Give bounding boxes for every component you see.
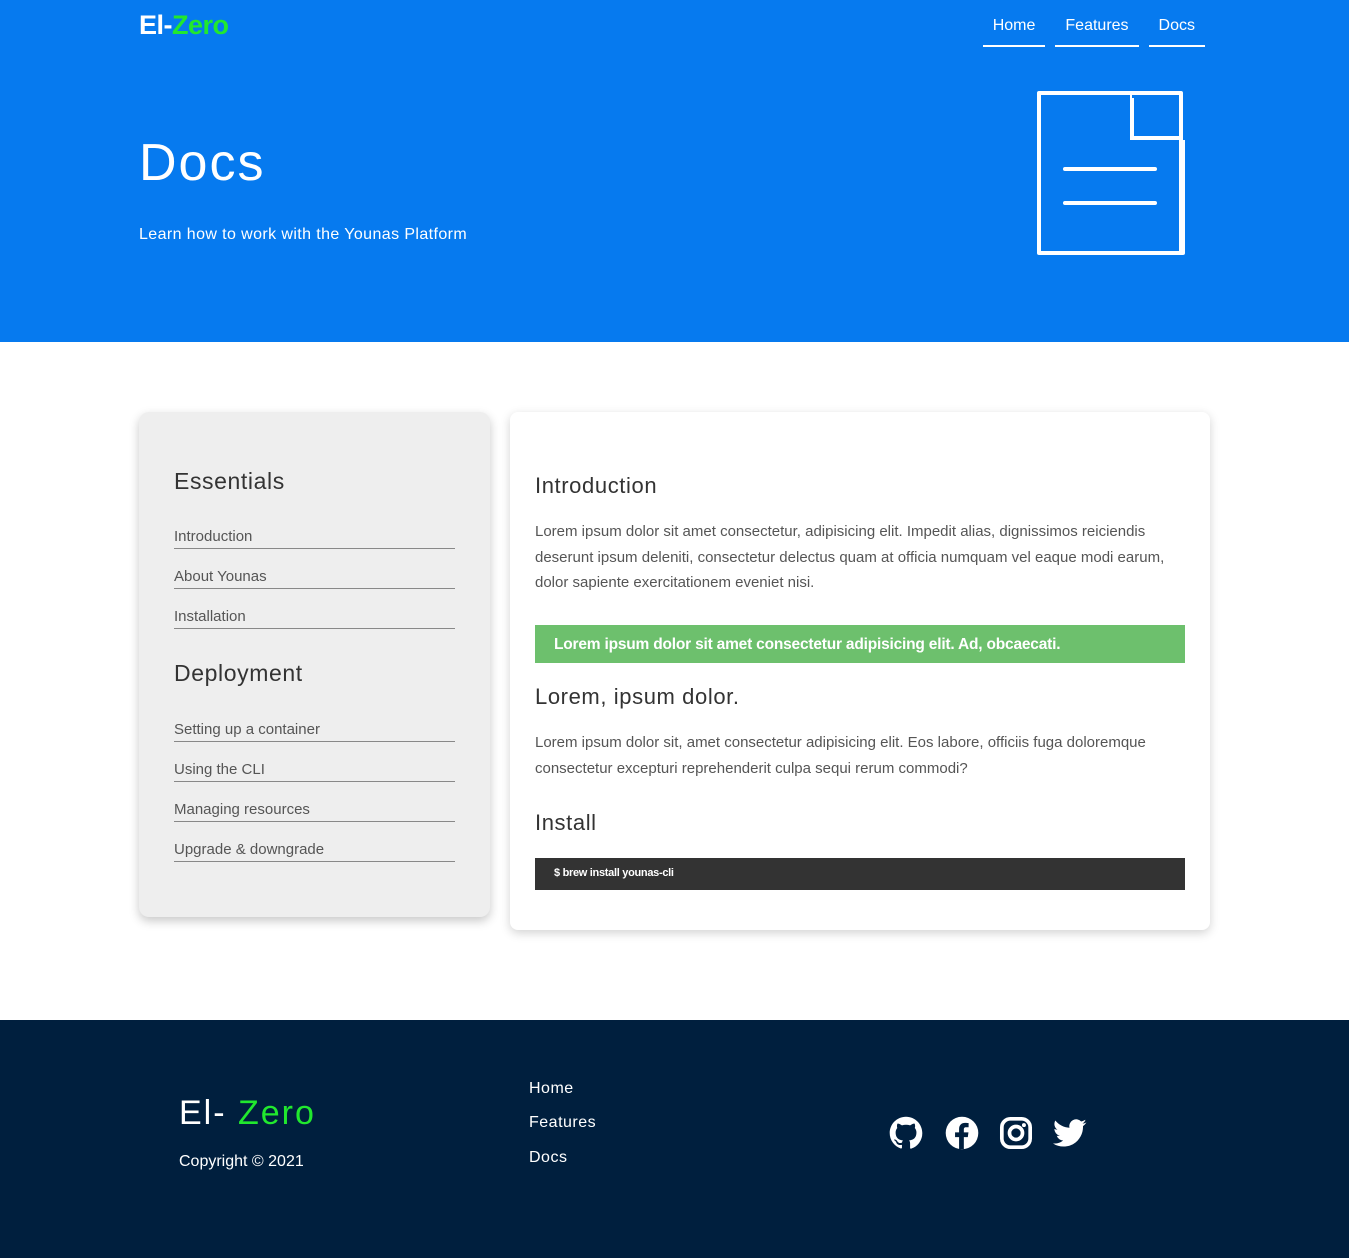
facebook-icon[interactable] (945, 1116, 979, 1150)
sidebar-link-container[interactable]: Setting up a container (174, 721, 455, 742)
docs-content-card: Introduction Lorem ipsum dolor sit amet … (510, 412, 1210, 930)
section-heading: Lorem, ipsum dolor. (535, 684, 740, 709)
footer-brand[interactable]: El- Zero (179, 1094, 316, 1133)
install-heading: Install (535, 810, 597, 835)
brand-logo[interactable]: El-Zero (139, 10, 229, 41)
site-footer: El- Zero Copyright © 2021 Home Features … (0, 1020, 1349, 1258)
twitter-icon[interactable] (1053, 1116, 1087, 1150)
page-subtitle: Learn how to work with the Younas Platfo… (139, 226, 468, 243)
sidebar-heading-deployment: Deployment (174, 660, 303, 686)
sidebar-link-installation[interactable]: Installation (174, 608, 455, 629)
hero-header: El-Zero Home Features Docs Docs Learn ho… (0, 0, 1349, 342)
footer-link-docs[interactable]: Docs (529, 1149, 567, 1167)
nav-features[interactable]: Features (1055, 9, 1139, 47)
section-text: Lorem ipsum dolor sit, amet consectetur … (535, 734, 1146, 777)
nav-home[interactable]: Home (982, 9, 1046, 47)
footer-brand-accent: Zero (238, 1094, 316, 1132)
intro-text: Lorem ipsum dolor sit amet consectetur, … (535, 523, 1165, 591)
sidebar-link-introduction[interactable]: Introduction (174, 528, 455, 549)
sidebar-link-cli[interactable]: Using the CLI (174, 761, 455, 782)
main-nav: Home Features Docs (982, 9, 1205, 47)
github-icon[interactable] (889, 1116, 923, 1150)
brand-accent: Zero (172, 10, 229, 40)
copyright-text: Copyright © 2021 (179, 1153, 304, 1170)
docs-sidebar: Essentials Introduction About Younas Ins… (139, 412, 490, 917)
page-title: Docs (139, 134, 266, 192)
sidebar-link-about-younas[interactable]: About Younas (174, 568, 455, 589)
footer-link-home[interactable]: Home (529, 1080, 574, 1098)
brand-prefix: El- (139, 10, 173, 40)
sidebar-link-resources[interactable]: Managing resources (174, 801, 455, 822)
instagram-icon[interactable] (999, 1116, 1033, 1150)
sidebar-heading-essentials: Essentials (174, 468, 285, 494)
document-icon (1037, 88, 1187, 255)
nav-docs[interactable]: Docs (1148, 9, 1205, 47)
footer-brand-prefix: El- (179, 1094, 238, 1132)
footer-link-features[interactable]: Features (529, 1114, 596, 1132)
install-code-block: $ brew install younas-cli (535, 858, 1185, 890)
sidebar-link-upgrade[interactable]: Upgrade & downgrade (174, 841, 455, 862)
highlight-note: Lorem ipsum dolor sit amet consectetur a… (535, 625, 1185, 663)
intro-heading: Introduction (535, 473, 658, 498)
